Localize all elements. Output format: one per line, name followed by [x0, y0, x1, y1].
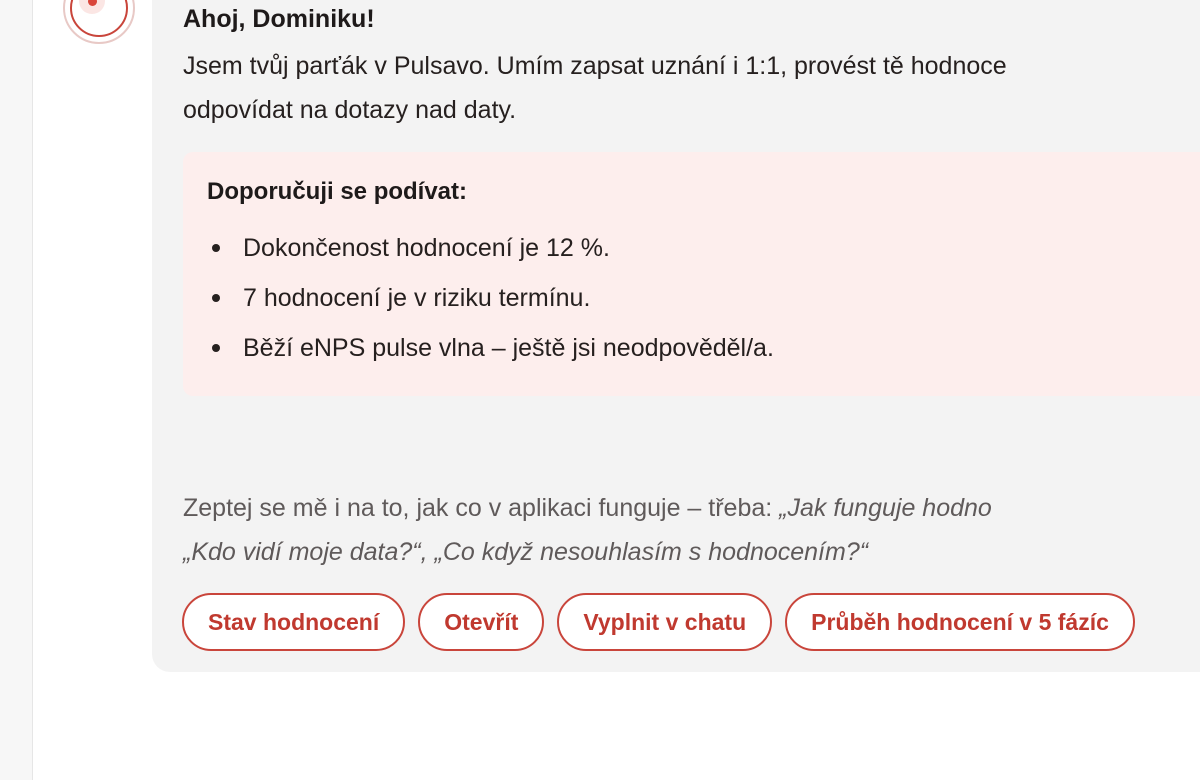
review-status-button[interactable]: Stav hodnocení — [182, 593, 406, 651]
recommendation-text: Dokončenost hodnocení je 12 %. — [243, 234, 610, 262]
open-button[interactable]: Otevřít — [418, 593, 545, 651]
bullet-icon — [212, 244, 220, 252]
recommendations-title: Doporučuji se podívat: — [207, 178, 468, 205]
message-intro-line: odpovídat na dotazy nad daty. — [183, 96, 517, 124]
recommendation-item: Dokončenost hodnocení je 12 %. — [207, 228, 774, 278]
recommendations-box: Doporučuji se podívat: Dokončenost hodno… — [183, 152, 1200, 396]
help-hint-examples: „Kdo vidí moje data?“, „Co když nesouhla… — [183, 538, 869, 566]
recommendation-item: Běží eNPS pulse vlna – ještě jsi neodpov… — [207, 328, 774, 378]
recommendation-item: 7 hodnocení je v riziku termínu. — [207, 278, 774, 328]
help-hint-line: Zeptej se mě i na to, jak co v aplikaci … — [183, 486, 1200, 530]
help-hint-example: „Jak funguje hodno — [779, 494, 992, 522]
quick-actions: Stav hodnocení Otevřít Vyplnit v chatu Průb… — [182, 593, 1148, 651]
recommendation-text: Běží eNPS pulse vlna – ještě jsi neodpov… — [243, 334, 774, 362]
help-hint-line: „Kdo vidí moje data?“, „Co když nesouhla… — [183, 530, 1200, 574]
recommendation-text: 7 hodnocení je v riziku termínu. — [243, 284, 591, 312]
message-intro: Jsem tvůj parťák v Pulsavo. Umím zapsat … — [183, 44, 1200, 132]
message-intro-line: Jsem tvůj parťák v Pulsavo. Umím zapsat … — [183, 52, 1007, 80]
fill-in-chat-button[interactable]: Vyplnit v chatu — [557, 593, 773, 651]
recommendations-list: Dokončenost hodnocení je 12 %. 7 hodnoce… — [207, 228, 774, 378]
bullet-icon — [212, 344, 220, 352]
help-hint: Zeptej se mě i na to, jak co v aplikaci … — [183, 486, 1200, 574]
bullet-icon — [212, 294, 220, 302]
message-greeting: Ahoj, Dominiku! — [183, 5, 375, 33]
help-hint-lead: Zeptej se mě i na to, jak co v aplikaci … — [183, 494, 780, 522]
review-phases-button[interactable]: Průběh hodnocení v 5 fázíc — [785, 593, 1135, 651]
